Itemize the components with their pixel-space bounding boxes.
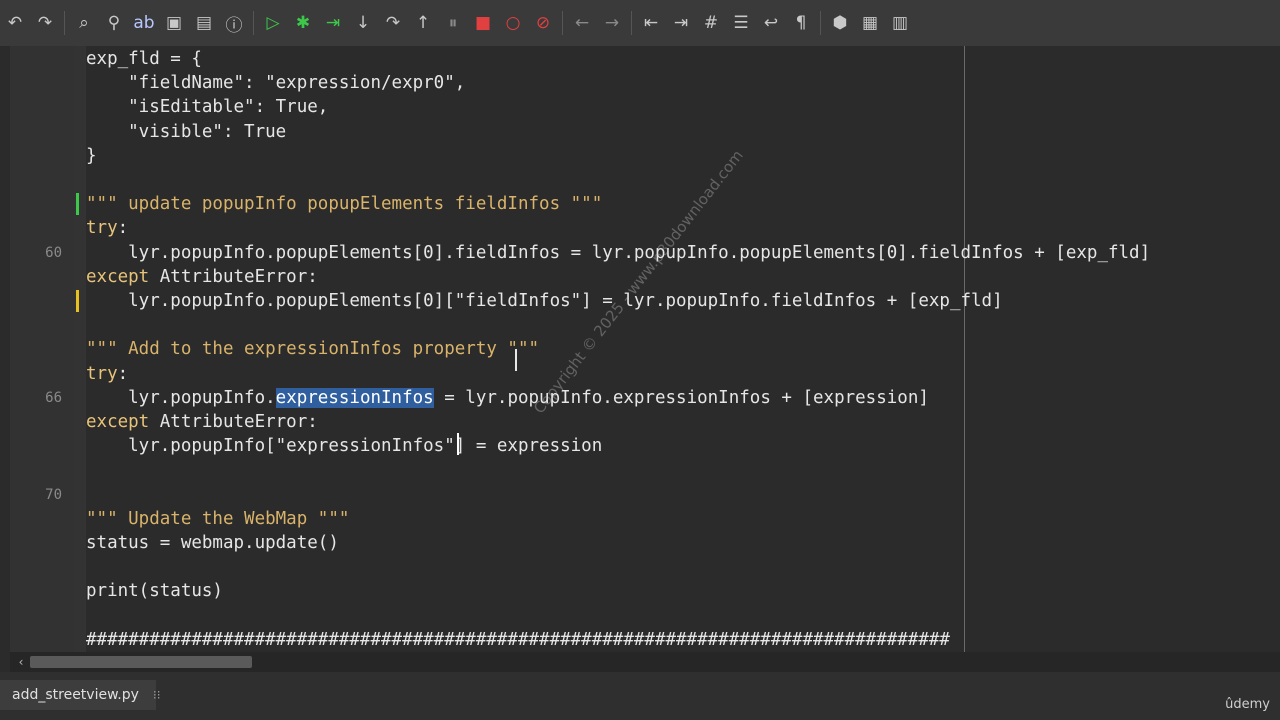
code-line[interactable]: "fieldName": "expression/expr0", — [10, 71, 1280, 95]
redo-icon[interactable]: ↷ — [30, 8, 60, 38]
code-line[interactable]: ########################################… — [10, 628, 1280, 652]
toolbar: ↶ ↷ ⌕ ⚲ ab ▣ ▤ ⓘ ▷ ✱ ⇥ ↓ ↷ ↑ ⏸ ■ ○ ⊘ ← → ⇤ ⇥ # ☰ ↩ ¶ ⬢ ▦ ▥ — [0, 0, 1280, 47]
code-text[interactable]: """ Update the WebMap """ — [86, 509, 349, 529]
clear-breakpoints-icon[interactable]: ⊘ — [528, 8, 558, 38]
code-text[interactable]: """ update popupInfo popupElements field… — [86, 194, 602, 214]
tab-label: add_streetview.py — [12, 687, 139, 703]
step-into-icon[interactable]: ↓ — [348, 8, 378, 38]
python-icon[interactable]: ⬢ — [825, 8, 855, 38]
toolbar-separator — [631, 11, 632, 35]
toolbar-separator — [820, 11, 821, 35]
code-text[interactable]: "visible": True — [86, 122, 286, 142]
run-icon[interactable]: ▷ — [258, 8, 288, 38]
comment-icon[interactable]: # — [696, 8, 726, 38]
code-line[interactable]: } — [10, 144, 1280, 168]
code-text[interactable]: try: — [86, 364, 128, 384]
run-to-cursor-icon[interactable]: ⇥ — [318, 8, 348, 38]
console-icon[interactable]: ▦ — [855, 8, 885, 38]
udemy-logo: ûdemy — [1225, 697, 1270, 712]
breakpoint-icon[interactable]: ○ — [498, 8, 528, 38]
debug-icon[interactable]: ✱ — [288, 8, 318, 38]
list-icon[interactable]: ☰ — [726, 8, 756, 38]
code-line[interactable]: """ Add to the expressionInfos property … — [10, 337, 1280, 361]
code-text[interactable]: lyr.popupInfo.expressionInfos = lyr.popu… — [86, 387, 929, 408]
browse-icon[interactable]: ▣ — [159, 8, 189, 38]
code-text[interactable]: lyr.popupInfo.popupElements[0]["fieldInf… — [86, 291, 1002, 311]
back-icon[interactable]: ← — [567, 8, 597, 38]
step-out-icon[interactable]: ↑ — [408, 8, 438, 38]
wrap-icon[interactable]: ↩ — [756, 8, 786, 38]
change-marker-unsaved — [76, 290, 79, 312]
code-editor[interactable]: exp_fld = { "fieldName": "expression/exp… — [10, 46, 1280, 652]
horizontal-scrollbar[interactable]: ‹ — [10, 652, 1280, 672]
dedent-icon[interactable]: ⇥ — [666, 8, 696, 38]
code-text[interactable]: except AttributeError: — [86, 267, 318, 287]
scroll-left-icon[interactable]: ‹ — [14, 652, 28, 672]
code-line[interactable] — [10, 168, 1280, 192]
code-line[interactable]: lyr.popupInfo["expressionInfos"] = expre… — [10, 434, 1280, 458]
toolbar-separator — [562, 11, 563, 35]
code-line[interactable]: exp_fld = { — [10, 47, 1280, 71]
code-text[interactable]: "fieldName": "expression/expr0", — [86, 73, 465, 93]
code-line[interactable]: """ update popupInfo popupElements field… — [10, 192, 1280, 216]
mouse-ibeam-cursor — [515, 349, 517, 371]
code-line[interactable]: status = webmap.update() — [10, 531, 1280, 555]
line-number: 60 — [45, 244, 62, 261]
image-icon[interactable]: ▤ — [189, 8, 219, 38]
code-line[interactable] — [10, 313, 1280, 337]
toolbar-separator — [64, 11, 65, 35]
pause-icon[interactable]: ⏸ — [438, 8, 468, 38]
code-line[interactable]: except AttributeError: — [10, 410, 1280, 434]
replace-icon[interactable]: ab — [129, 8, 159, 38]
code-text[interactable]: exp_fld = { — [86, 49, 202, 69]
indent-icon[interactable]: ⇤ — [636, 8, 666, 38]
code-text[interactable]: """ Add to the expressionInfos property … — [86, 339, 539, 359]
code-text[interactable]: lyr.popupInfo["expressionInfos"] = expre… — [86, 436, 602, 456]
pilcrow-icon[interactable]: ¶ — [786, 8, 816, 38]
code-text[interactable]: "isEditable": True, — [86, 97, 328, 117]
code-line[interactable]: """ Update the WebMap """ — [10, 507, 1280, 531]
toolbar-separator — [253, 11, 254, 35]
code-line[interactable]: "visible": True — [10, 120, 1280, 144]
line-number: 70 — [45, 486, 62, 503]
layout-icon[interactable]: ▥ — [885, 8, 915, 38]
code-line[interactable]: print(status) — [10, 579, 1280, 603]
code-line[interactable] — [10, 555, 1280, 579]
code-line[interactable]: "isEditable": True, — [10, 95, 1280, 119]
code-line[interactable]: try: — [10, 216, 1280, 240]
tab-close-icon[interactable]: ⁝⁝ — [153, 688, 161, 702]
step-over-icon[interactable]: ↷ — [378, 8, 408, 38]
change-marker-saved — [76, 193, 79, 216]
forward-icon[interactable]: → — [597, 8, 627, 38]
search-icon[interactable]: ⌕ — [69, 8, 99, 38]
code-line[interactable] — [10, 458, 1280, 482]
code-text[interactable]: print(status) — [86, 581, 223, 601]
find-users-icon[interactable]: ⚲ — [99, 8, 129, 38]
info-icon[interactable]: ⓘ — [219, 8, 249, 38]
code-line[interactable]: 66 lyr.popupInfo.expressionInfos = lyr.p… — [10, 386, 1280, 410]
code-text[interactable]: except AttributeError: — [86, 412, 318, 432]
code-text[interactable]: try: — [86, 218, 128, 238]
scroll-thumb[interactable] — [30, 656, 252, 668]
code-text[interactable]: ########################################… — [86, 630, 950, 650]
code-line[interactable]: try: — [10, 362, 1280, 386]
code-line[interactable]: lyr.popupInfo.popupElements[0]["fieldInf… — [10, 289, 1280, 313]
file-tab-bar: add_streetview.py ⁝⁝ ûdemy — [0, 672, 1280, 720]
undo-icon[interactable]: ↶ — [0, 8, 30, 38]
code-text[interactable]: lyr.popupInfo.popupElements[0].fieldInfo… — [86, 243, 1150, 263]
line-number: 66 — [45, 389, 62, 406]
stop-icon[interactable]: ■ — [468, 8, 498, 38]
code-text[interactable]: } — [86, 146, 97, 166]
tab-add-streetview[interactable]: add_streetview.py ⁝⁝ — [0, 680, 161, 710]
code-line[interactable]: 70 — [10, 483, 1280, 507]
text-caret — [457, 433, 459, 455]
code-line[interactable] — [10, 604, 1280, 628]
code-text[interactable]: status = webmap.update() — [86, 533, 339, 553]
